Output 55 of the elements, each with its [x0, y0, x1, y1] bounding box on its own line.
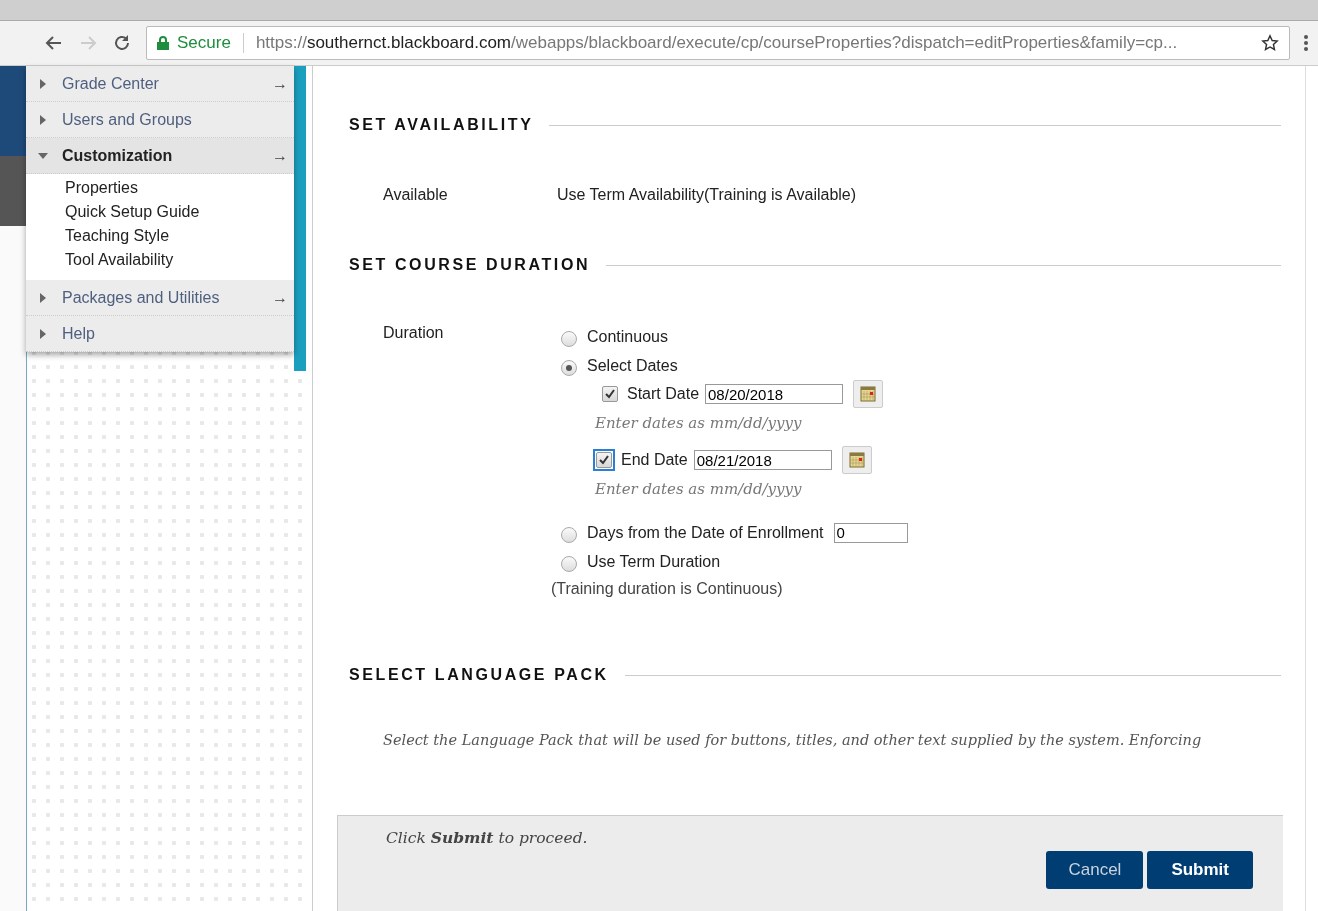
menu-item[interactable]: Users and Groups: [26, 102, 294, 138]
menu-item[interactable]: Grade Center →: [26, 66, 294, 102]
radio-button[interactable]: [561, 526, 577, 543]
caret-down-icon: [38, 150, 48, 161]
photo-placeholder: [0, 156, 26, 226]
lock-icon: [157, 36, 169, 50]
date-input[interactable]: 08/21/2018: [693, 450, 832, 470]
menu-item[interactable]: Packages and Utilities →: [26, 280, 294, 316]
menu-item[interactable]: Help: [26, 316, 294, 352]
menu-item[interactable]: Customization →: [26, 138, 294, 174]
radio-button[interactable]: [561, 330, 577, 347]
calendar-button[interactable]: [841, 446, 872, 474]
section-heading: SELECT LANGUAGE PACK: [349, 666, 609, 684]
date-input[interactable]: 08/20/2018: [705, 384, 844, 404]
instruction-text: Click Submit to proceed.: [386, 828, 589, 847]
caret-right-icon: [38, 114, 48, 125]
calendar-icon: [848, 452, 865, 468]
section-heading: SET COURSE DURATION: [349, 256, 591, 274]
submenu-link[interactable]: Properties: [65, 176, 294, 200]
arrow: →: [272, 146, 288, 165]
checkbox[interactable]: [602, 386, 618, 402]
description-text: Select the Language Pack that will be used for buttons, titles, and other text supplied by the system. Enforcing: [383, 732, 1203, 748]
url-text: https://southernct.blackboard.com/webapps/blackboard/execute/cp/courseProperties?dispatch=editProperties&family=cp...: [255, 33, 1179, 53]
submenu-link[interactable]: Quick Setup Guide: [65, 200, 294, 224]
star-icon[interactable]: [1261, 34, 1279, 52]
more-icon[interactable]: [1304, 34, 1308, 52]
caret-right-icon: [38, 78, 48, 89]
reload-icon[interactable]: [112, 33, 132, 53]
arrow: →: [272, 288, 288, 307]
option-label: Continuous: [587, 327, 668, 346]
date-label: Start Date: [627, 385, 700, 403]
days-input[interactable]: 0: [833, 522, 908, 543]
date-hint: Enter dates as mm/dd/yyyy: [595, 480, 803, 498]
calendar-button[interactable]: [853, 380, 884, 408]
arrow: →: [272, 74, 288, 93]
secure-label: Secure: [177, 33, 231, 53]
cancel-button[interactable]: Cancel: [1046, 851, 1144, 889]
radio-button[interactable]: [561, 555, 577, 572]
option-label: Select Dates: [587, 356, 678, 375]
caret-right-icon: [38, 328, 48, 339]
caret-right-icon: [38, 292, 48, 303]
radio-button[interactable]: [561, 359, 577, 376]
option-label: Use Term Duration: [587, 552, 721, 571]
address-bar[interactable]: Secure https://southernct.blackboard.com/webapps/blackboard/execute/cp/courseProperties?dispatch=editProperties&family=cp...: [146, 26, 1290, 60]
duration-note: (Training duration is Continuous): [551, 580, 784, 598]
calendar-icon: [860, 386, 877, 402]
date-hint: Enter dates as mm/dd/yyyy: [595, 414, 803, 432]
submit-button[interactable]: Submit: [1147, 851, 1253, 889]
submenu-link[interactable]: Tool Availability: [65, 248, 294, 272]
submenu-link[interactable]: Teaching Style: [65, 224, 294, 248]
section-heading: SET AVAILABILITY: [349, 116, 534, 134]
option-label: Days from the Date of Enrollment: [587, 523, 824, 542]
date-label: End Date: [621, 451, 688, 469]
field-value: Use Term Availability(Training is Available): [557, 186, 857, 204]
field-label: Available: [383, 186, 449, 204]
